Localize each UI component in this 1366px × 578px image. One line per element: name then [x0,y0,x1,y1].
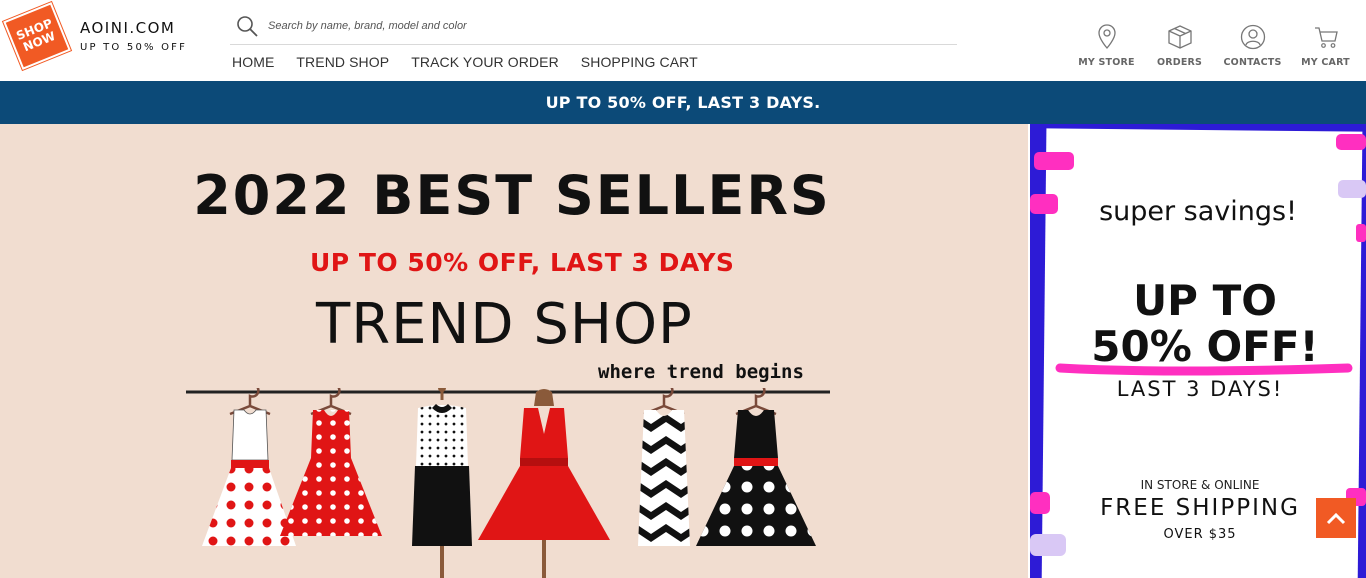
nav-track-your-order[interactable]: TRACK YOUR ORDER [411,54,559,70]
banner-subtitle: UP TO 50% OFF, LAST 3 DAYS [310,248,735,277]
promo-bar[interactable]: UP TO 50% OFF, LAST 3 DAYS. [0,81,1366,124]
dress-black-polka-mannequin [412,388,472,578]
dress-red-white-dots [280,388,382,536]
site-logo[interactable]: SHOP NOW AOINI.COM UP TO 50% OFF [3,2,188,70]
dress-rack-illustration [186,388,830,578]
utility-links: MY STORE ORDERS CONTACTS MY CART [1070,22,1362,68]
promo-bar-text: UP TO 50% OFF, LAST 3 DAYS. [545,93,821,112]
contacts-label: CONTACTS [1223,57,1282,68]
side-offer: UP TO 50% OFF! [1030,278,1366,370]
banner-shop-name: TREND SHOP [316,292,693,357]
site-header: SHOP NOW AOINI.COM UP TO 50% OFF HOME TR… [0,0,1366,81]
side-offer-line2: 50% OFF! [1091,322,1319,371]
side-channel: IN STORE & ONLINE [1140,478,1260,492]
dress-chevron [638,388,690,546]
side-duration: LAST 3 DAYS! [1116,377,1284,401]
nav-home[interactable]: HOME [232,54,274,70]
back-to-top-button[interactable] [1316,498,1356,538]
site-name: AOINI.COM [80,19,176,37]
side-headline: super savings! [1099,196,1297,227]
banner-tagline: where trend begins [598,361,804,383]
banner-title: 2022 BEST SELLERS [0,164,1028,227]
user-icon [1240,22,1266,52]
banner-title-text: 2022 BEST SELLERS [193,164,831,227]
main-nav: HOME TREND SHOP TRACK YOUR ORDER SHOPPIN… [232,54,720,70]
search-input[interactable] [268,20,948,32]
my-cart-label: MY CART [1301,57,1350,68]
chevron-up-icon [1326,512,1346,525]
site-tagline: UP TO 50% OFF [80,42,188,53]
orders-label: ORDERS [1156,57,1203,68]
dress-red-halter [478,389,610,578]
orders-link[interactable]: ORDERS [1143,22,1216,68]
my-store-label: MY STORE [1078,57,1135,68]
nav-shopping-cart[interactable]: SHOPPING CART [581,54,698,70]
main-banner[interactable]: 2022 BEST SELLERS UP TO 50% OFF, LAST 3 … [0,124,1028,578]
nav-trend-shop[interactable]: TREND SHOP [296,54,389,70]
dress-black-white-dots [696,388,816,546]
search-bar [230,8,957,45]
search-icon[interactable] [230,11,264,41]
my-cart-link[interactable]: MY CART [1289,22,1362,68]
map-pin-icon [1097,22,1117,52]
my-store-link[interactable]: MY STORE [1070,22,1143,68]
shop-now-badge: SHOP NOW [3,2,71,70]
box-icon [1166,22,1194,52]
cart-icon [1313,22,1339,52]
contacts-link[interactable]: CONTACTS [1216,22,1289,68]
dress-white-red-dots [202,388,296,546]
side-offer-line1: UP TO [1133,276,1277,325]
